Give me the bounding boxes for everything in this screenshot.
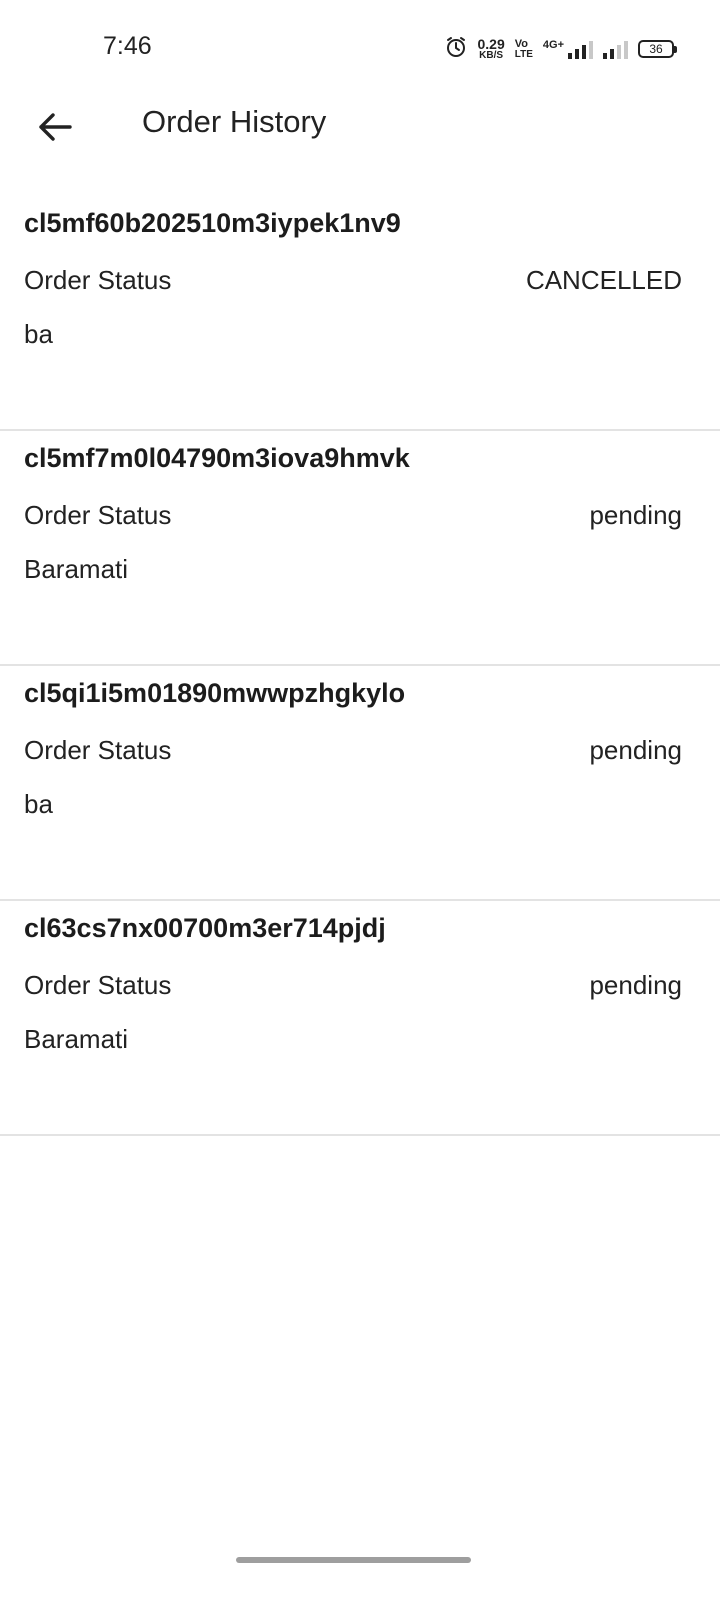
arrow-left-icon	[37, 112, 73, 147]
order-status-value: pending	[589, 735, 682, 765]
network-speed-unit: KB/S	[479, 50, 504, 61]
order-status-label: Order Status	[24, 265, 172, 295]
order-status-value: CANCELLED	[525, 265, 682, 295]
order-item[interactable]: cl63cs7nx00700m3er714pjdj Order Status p…	[0, 901, 720, 1136]
order-status-label: Order Status	[24, 500, 172, 530]
order-address: ba	[24, 789, 53, 819]
alarm-icon	[445, 36, 467, 63]
order-item[interactable]: cl5mf60b202510m3iypek1nv9 Order Status C…	[0, 196, 720, 431]
order-history-screen: 7:46 0.29 KB/S Vo LTE 4G+ 36 Order Histo…	[0, 0, 720, 1600]
status-bar: 7:46 0.29 KB/S Vo LTE 4G+ 36	[0, 0, 720, 96]
back-button[interactable]	[30, 106, 80, 152]
signal-strength-icon-2	[603, 39, 628, 59]
order-status-label: Order Status	[24, 970, 172, 1000]
order-address: ba	[24, 319, 53, 349]
signal-strength-icon	[568, 39, 593, 59]
order-address: Baramati	[24, 1024, 129, 1054]
order-item[interactable]: cl5qi1i5m01890mwwpzhgkylo Order Status p…	[0, 666, 720, 901]
page-title: Order History	[142, 104, 327, 139]
order-status-label: Order Status	[24, 735, 172, 765]
order-id: cl5mf60b202510m3iypek1nv9	[24, 208, 401, 238]
network-speed: 0.29 KB/S	[477, 37, 504, 61]
network-type: 4G+	[543, 39, 593, 59]
order-id: cl5qi1i5m01890mwwpzhgkylo	[24, 678, 406, 708]
status-icons: 0.29 KB/S Vo LTE 4G+ 36	[445, 34, 677, 64]
status-time: 7:46	[103, 32, 152, 60]
volte-indicator: Vo LTE	[514, 37, 533, 60]
order-id: cl5mf7m0l04790m3iova9hmvk	[24, 443, 410, 473]
order-list: cl5mf60b202510m3iypek1nv9 Order Status C…	[0, 196, 720, 1136]
volte-top: Vo	[514, 37, 528, 50]
volte-bottom: LTE	[514, 48, 533, 60]
order-status-value: pending	[589, 500, 682, 530]
network-type-label: 4G+	[542, 39, 564, 51]
battery-icon: 36	[638, 40, 677, 58]
order-status-value: pending	[589, 970, 682, 1000]
app-header: Order History	[0, 96, 720, 158]
order-id: cl63cs7nx00700m3er714pjdj	[24, 913, 386, 943]
order-item[interactable]: cl5mf7m0l04790m3iova9hmvk Order Status p…	[0, 431, 720, 666]
home-indicator[interactable]	[236, 1557, 471, 1563]
order-address: Baramati	[24, 554, 129, 584]
network-speed-value: 0.29	[477, 36, 505, 52]
